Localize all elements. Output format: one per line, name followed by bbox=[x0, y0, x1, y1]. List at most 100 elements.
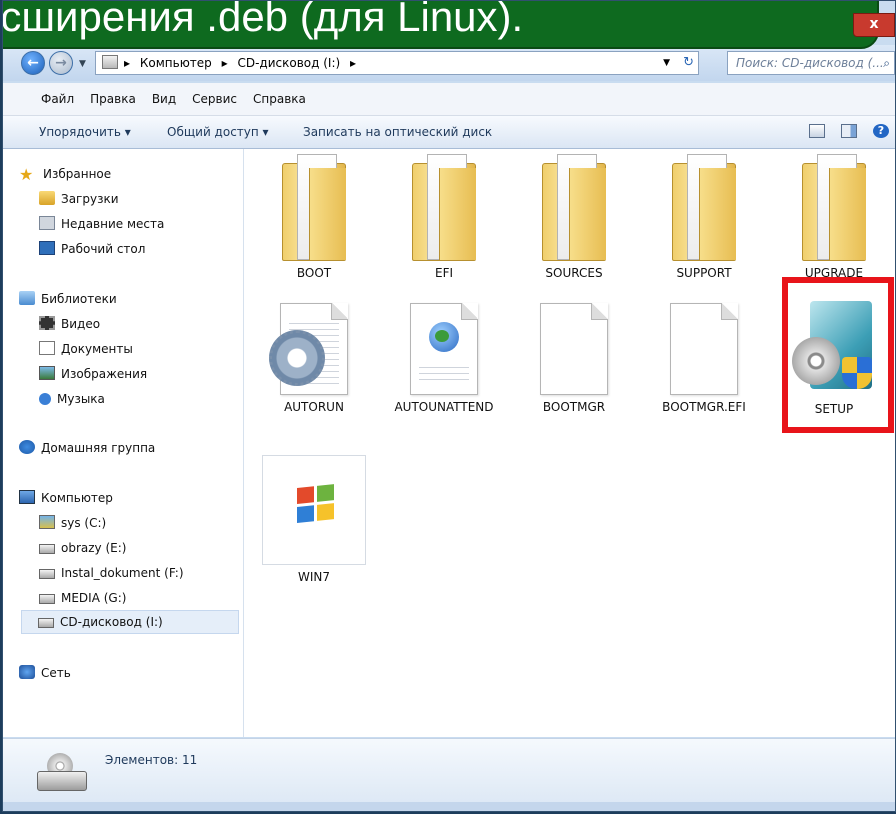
menu-bar: Файл Правка Вид Сервис Справка bbox=[3, 83, 895, 116]
navigation-pane: ★ Избранное Загрузки Недавние места Рабоч… bbox=[3, 149, 244, 737]
file-item-sources[interactable]: SOURCES bbox=[522, 153, 626, 281]
status-bar bbox=[3, 802, 895, 811]
nav-video[interactable]: Видео bbox=[39, 313, 100, 335]
breadcrumb-separator[interactable]: ▸ bbox=[350, 56, 356, 70]
breadcrumb-separator[interactable]: ▸ bbox=[124, 56, 130, 70]
forward-button[interactable]: → bbox=[49, 51, 73, 75]
recent-places-icon bbox=[39, 216, 55, 230]
xml-file-icon bbox=[410, 303, 478, 395]
star-icon: ★ bbox=[19, 165, 34, 184]
system-drive-icon bbox=[39, 515, 55, 529]
file-item-boot[interactable]: BOOT bbox=[262, 153, 366, 281]
nav-music[interactable]: Музыка bbox=[39, 388, 105, 410]
globe-icon bbox=[429, 322, 459, 352]
history-dropdown-icon[interactable]: ▼ bbox=[79, 59, 86, 69]
back-button[interactable]: ← bbox=[21, 51, 45, 75]
nav-drive-i[interactable]: CD-дисковод (I:) bbox=[21, 610, 239, 634]
menu-edit[interactable]: Правка bbox=[90, 92, 136, 106]
file-item-bootmgr[interactable]: BOOTMGR bbox=[522, 295, 626, 415]
nav-images-label: Изображения bbox=[61, 367, 148, 381]
nav-drive-f-label: Instal_dokument (F:) bbox=[61, 566, 184, 580]
breadcrumb-computer[interactable]: Компьютер bbox=[140, 56, 212, 70]
menu-help[interactable]: Справка bbox=[253, 92, 306, 106]
file-item-sources-label: SOURCES bbox=[545, 266, 603, 280]
menu-view[interactable]: Вид bbox=[152, 92, 176, 106]
nav-drive-e[interactable]: obrazy (E:) bbox=[39, 537, 126, 559]
nav-homegroup[interactable]: Домашняя группа bbox=[19, 437, 155, 459]
nav-network[interactable]: Сеть bbox=[19, 662, 71, 684]
nav-libraries[interactable]: Библиотеки bbox=[19, 288, 117, 310]
refresh-icon[interactable]: ↻ bbox=[683, 52, 694, 74]
preview-pane-icon[interactable] bbox=[841, 124, 858, 138]
nav-documents[interactable]: Документы bbox=[39, 338, 133, 360]
nav-images[interactable]: Изображения bbox=[39, 363, 147, 385]
file-item-support[interactable]: SUPPORT bbox=[652, 153, 756, 281]
command-bar: Упорядочить ▾ Общий доступ ▾ Записать на… bbox=[3, 116, 895, 149]
file-item-win7-label: WIN7 bbox=[297, 570, 330, 584]
file-item-support-label: SUPPORT bbox=[676, 266, 732, 280]
folder-icon bbox=[802, 154, 866, 261]
file-item-win7[interactable]: WIN7 bbox=[262, 455, 366, 585]
file-item-autounattend[interactable]: AUTOUNATTEND bbox=[392, 295, 496, 415]
help-icon[interactable]: ? bbox=[873, 124, 889, 138]
explorer-window: асширения .deb (для Linux). x ← → ▼ ▸ Ко… bbox=[2, 0, 896, 812]
nav-drive-g[interactable]: MEDIA (G:) bbox=[39, 587, 126, 609]
drive-icon bbox=[39, 544, 55, 554]
blank-file-icon bbox=[540, 303, 608, 395]
nav-recent[interactable]: Недавние места bbox=[39, 213, 164, 235]
file-item-autorun[interactable]: AUTORUN bbox=[262, 295, 366, 415]
windows-logo-icon bbox=[262, 455, 366, 565]
nav-libraries-label: Библиотеки bbox=[41, 292, 117, 306]
menu-tools[interactable]: Сервис bbox=[192, 92, 237, 106]
file-item-upgrade[interactable]: UPGRADE bbox=[782, 153, 886, 281]
nav-drive-f[interactable]: Instal_dokument (F:) bbox=[39, 562, 184, 584]
nav-favorites[interactable]: ★ Избранное bbox=[19, 163, 111, 185]
nav-downloads[interactable]: Загрузки bbox=[39, 188, 119, 210]
search-placeholder: Поиск: CD-дисковод (... bbox=[736, 56, 884, 70]
nav-drive-c-label: sys (C:) bbox=[61, 516, 107, 530]
drive-icon bbox=[39, 594, 55, 604]
config-file-icon bbox=[269, 303, 348, 395]
file-view: BOOT EFI SOURCES SUPPORT UPGRADE AUTORUN bbox=[244, 149, 895, 737]
share-button[interactable]: Общий доступ ▾ bbox=[167, 116, 269, 148]
nav-network-label: Сеть bbox=[41, 666, 71, 680]
close-button[interactable]: x bbox=[853, 13, 895, 37]
nav-downloads-label: Загрузки bbox=[61, 192, 119, 206]
menu-file[interactable]: Файл bbox=[41, 92, 74, 106]
burn-button[interactable]: Записать на оптический диск bbox=[303, 116, 492, 148]
details-pane: Элементов: 11 bbox=[3, 738, 895, 805]
file-item-boot-label: BOOT bbox=[296, 266, 332, 280]
nav-desktop[interactable]: Рабочий стол bbox=[39, 238, 145, 260]
gear-icon bbox=[269, 330, 325, 386]
address-dropdown-icon[interactable]: ▼ bbox=[663, 52, 670, 74]
file-item-bootmgr-label: BOOTMGR bbox=[542, 400, 606, 414]
change-view-icon[interactable] bbox=[809, 124, 826, 138]
nav-documents-label: Документы bbox=[61, 342, 133, 356]
music-icon bbox=[39, 393, 51, 405]
breadcrumb-cd-drive[interactable]: CD-дисковод (I:) bbox=[237, 56, 340, 70]
address-row: ← → ▼ ▸ Компьютер ▸ CD-дисковод (I:) ▸ ▼… bbox=[3, 45, 895, 81]
nav-computer[interactable]: Компьютер bbox=[19, 487, 113, 509]
file-item-bootmgr-efi[interactable]: BOOTMGR.EFI bbox=[652, 295, 756, 415]
cd-drive-icon bbox=[38, 618, 54, 628]
images-icon bbox=[39, 366, 55, 380]
drive-icon bbox=[102, 55, 118, 69]
homegroup-icon bbox=[19, 440, 35, 454]
video-icon bbox=[39, 316, 55, 330]
nav-favorites-label: Избранное bbox=[43, 167, 112, 181]
breadcrumb-separator[interactable]: ▸ bbox=[222, 56, 228, 70]
folder-icon bbox=[282, 154, 346, 261]
network-icon bbox=[19, 665, 35, 679]
blank-file-icon bbox=[670, 303, 738, 395]
file-item-autounattend-label: AUTOUNATTEND bbox=[394, 400, 494, 414]
nav-drive-c[interactable]: sys (C:) bbox=[39, 512, 106, 534]
organize-button[interactable]: Упорядочить ▾ bbox=[39, 116, 131, 148]
folder-icon bbox=[542, 154, 606, 261]
nav-drive-g-label: MEDIA (G:) bbox=[61, 591, 127, 605]
downloads-icon bbox=[39, 191, 55, 205]
search-input[interactable]: Поиск: CD-дисковод (... ⌕ bbox=[727, 51, 895, 75]
file-item-efi[interactable]: EFI bbox=[392, 153, 496, 281]
search-icon[interactable]: ⌕ bbox=[883, 52, 890, 74]
address-bar[interactable]: ▸ Компьютер ▸ CD-дисковод (I:) ▸ ▼ ↻ bbox=[95, 51, 699, 75]
cd-drive-large-icon bbox=[37, 753, 87, 791]
